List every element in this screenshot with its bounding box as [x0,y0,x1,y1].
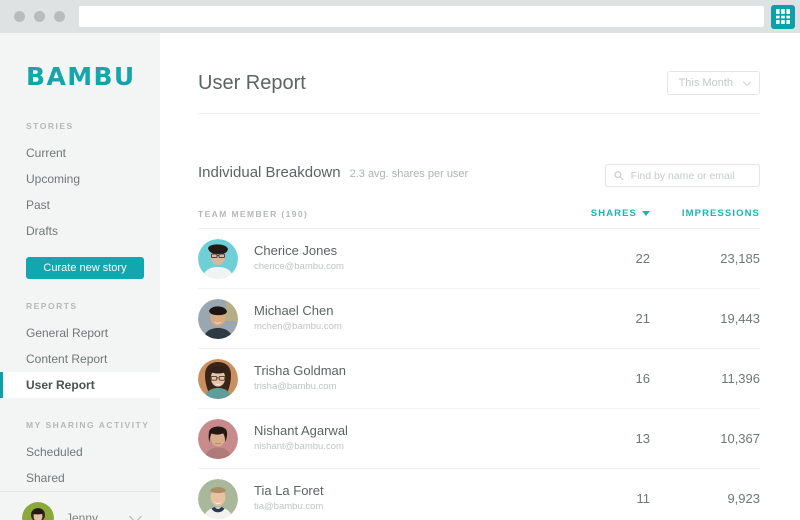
member-shares: 11 [636,491,651,506]
table-row[interactable]: Michael Chen mchen@bambu.com 21 19,443 [198,289,760,349]
sidebar-item-content-report[interactable]: Content Report [0,346,160,372]
search-box[interactable] [605,164,760,187]
window-controls [14,11,65,22]
address-bar[interactable] [79,6,764,27]
member-shares: 13 [635,431,650,446]
column-header-team-member: TEAM MEMBER (190) [198,208,309,219]
sidebar-item-current[interactable]: Current [0,140,160,166]
sidebar-section-title-reports: REPORTS [26,301,78,311]
period-filter-value: This Month [678,77,733,89]
avatar [198,478,238,519]
chevron-down-icon [742,77,752,86]
sidebar-section-title-stories: STORIES [26,121,74,131]
search-icon [614,171,624,181]
avatar [198,238,238,279]
member-info: Tia La Foret tia@bambu.com [254,483,560,514]
member-shares: 22 [635,251,650,266]
member-info: Trisha Goldman trisha@bambu.com [254,363,560,394]
user-name: Jenny [66,511,99,520]
avatar [198,418,238,459]
table-header-row: TEAM MEMBER (190) SHARES IMPRESSIONS [198,208,760,229]
browser-chrome [0,0,800,33]
member-impressions: 9,923 [727,491,760,506]
sidebar-item-drafts[interactable]: Drafts [0,218,160,244]
search-input[interactable] [630,169,751,182]
table-row[interactable]: Nishant Agarwal nishant@bambu.com 13 10,… [198,409,760,469]
member-email: cherice@bambu.com [254,261,344,272]
sidebar-item-scheduled[interactable]: Scheduled [0,439,160,465]
member-shares: 21 [635,311,650,326]
curate-new-story-button[interactable]: Curate new story [26,257,144,279]
avatar [22,502,54,520]
sidebar-item-upcoming[interactable]: Upcoming [0,166,160,192]
sidebar: BAMBU STORIES Current Upcoming Past Draf… [0,33,161,520]
caret-down-icon [642,211,650,216]
member-email: trisha@bambu.com [254,381,337,392]
app-shell: BAMBU STORIES Current Upcoming Past Draf… [0,33,800,520]
member-email: nishant@bambu.com [254,441,344,452]
user-menu[interactable]: Jenny [0,491,160,520]
column-header-impressions[interactable]: IMPRESSIONS [650,208,760,219]
member-name: Cherice Jones [254,243,338,258]
member-impressions: 11,396 [721,371,760,386]
member-name: Michael Chen [254,303,334,318]
member-impressions: 10,367 [720,431,760,446]
period-filter-dropdown[interactable]: This Month [666,71,760,95]
sidebar-section-title-sharing: MY SHARING ACTIVITY [26,420,150,430]
section-subtitle: 2.3 avg. shares per user [349,168,469,180]
member-shares: 16 [635,371,650,386]
table-row[interactable]: Cherice Jones cherice@bambu.com 22 23,18… [198,229,760,289]
member-email: tia@bambu.com [254,501,324,512]
sidebar-section-my-sharing-activity: MY SHARING ACTIVITY Scheduled Shared [0,420,160,491]
sidebar-section-stories: STORIES Current Upcoming Past Drafts Cur… [0,121,160,279]
chevron-down-icon[interactable] [129,509,142,520]
table-row[interactable]: Tia La Foret tia@bambu.com 11 9,923 [198,469,760,520]
page-title: User Report [198,71,306,94]
column-header-shares-label: SHARES [590,208,637,219]
column-header-shares[interactable]: SHARES [560,208,650,219]
close-window-button[interactable] [14,11,25,22]
member-impressions: 23,185 [720,251,760,266]
avatar [198,298,238,339]
maximize-window-button[interactable] [54,11,65,22]
member-impressions: 19,443 [720,311,760,326]
sidebar-item-past[interactable]: Past [0,192,160,218]
section-title: Individual Breakdown [198,164,341,181]
avatar [198,358,238,399]
minimize-window-button[interactable] [34,11,45,22]
member-name: Nishant Agarwal [254,423,348,438]
member-email: mchen@bambu.com [254,321,342,332]
main-content: User Report This Month Individual Breakd… [160,33,800,520]
member-info: Michael Chen mchen@bambu.com [254,303,560,334]
app-logo: BAMBU [26,62,160,91]
bar-chart-icon[interactable] [771,4,795,29]
user-table-body: Cherice Jones cherice@bambu.com 22 23,18… [198,229,760,520]
member-info: Nishant Agarwal nishant@bambu.com [254,423,560,454]
sidebar-item-user-report[interactable]: User Report [0,372,161,398]
sidebar-item-shared[interactable]: Shared [0,465,160,491]
sidebar-item-general-report[interactable]: General Report [0,320,160,346]
table-row[interactable]: Trisha Goldman trisha@bambu.com 16 11,39… [198,349,760,409]
sidebar-section-reports: REPORTS General Report Content Report Us… [0,301,161,398]
member-name: Trisha Goldman [254,363,346,378]
member-info: Cherice Jones cherice@bambu.com [254,243,560,274]
breakdown-header: Individual Breakdown 2.3 avg. shares per… [198,164,760,187]
member-name: Tia La Foret [254,483,324,498]
page-header: User Report This Month [198,33,760,114]
